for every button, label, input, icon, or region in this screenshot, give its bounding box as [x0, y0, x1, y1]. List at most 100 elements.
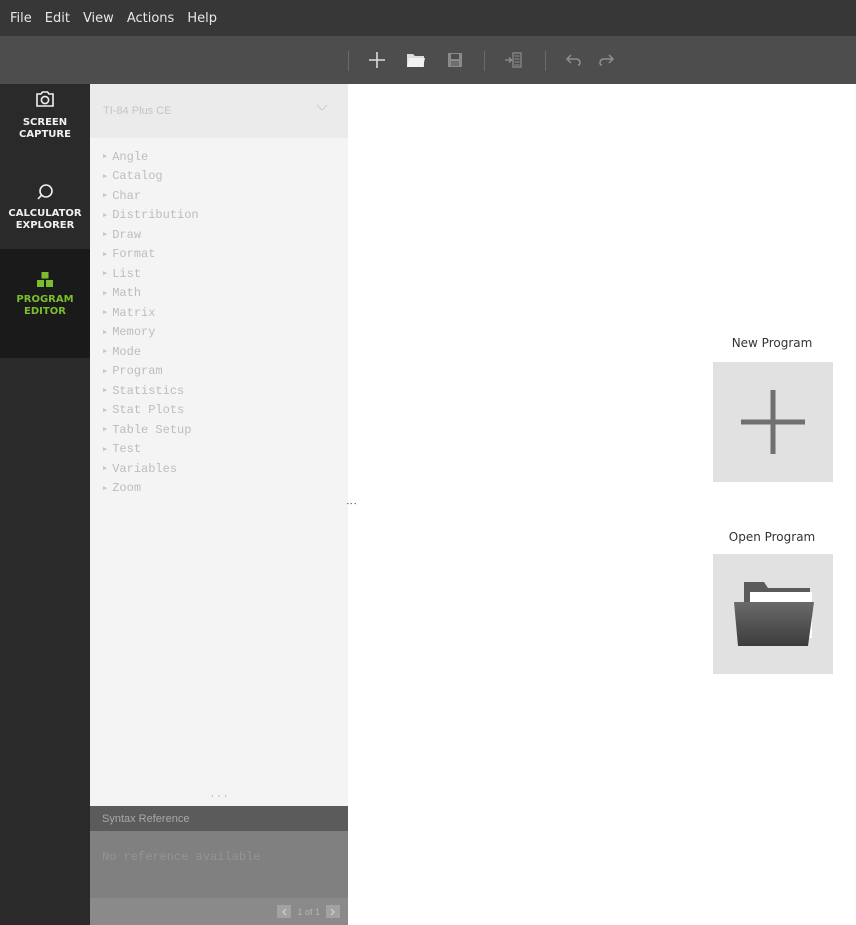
catalog-item[interactable]: ▶ Format [103, 245, 155, 265]
catalog-item[interactable]: ▶ Math [103, 284, 141, 304]
catalog-item[interactable]: ▶ Mode [103, 342, 141, 362]
expand-arrow-icon: ▶ [103, 192, 108, 201]
toolbar [0, 36, 856, 84]
catalog-item-label: Statistics [112, 383, 185, 398]
menu-actions[interactable]: Actions [127, 11, 175, 26]
main-area: New Program Open Program [348, 84, 856, 925]
calculator-select[interactable]: TI-84 Plus CE [90, 84, 348, 138]
catalog-item[interactable]: ▶ Matrix [103, 303, 155, 323]
catalog-item[interactable]: ▶ Zoom [103, 479, 141, 499]
folder-open-icon [734, 582, 814, 646]
expand-arrow-icon: ▶ [103, 270, 108, 279]
splitter-handle[interactable]: ⋮ [345, 498, 357, 509]
chevron-right-icon [330, 908, 335, 915]
program-blocks-icon [37, 272, 53, 287]
search-bubble-icon [37, 184, 53, 200]
expand-arrow-icon: ▶ [103, 426, 108, 435]
pager: 1 of 1 [277, 905, 340, 918]
syntax-reference-footer: 1 of 1 [90, 898, 348, 925]
catalog-item[interactable]: ▶ Statistics [103, 381, 184, 401]
open-button[interactable] [402, 36, 430, 84]
undo-button[interactable] [562, 36, 586, 84]
expand-arrow-icon: ▶ [103, 348, 108, 357]
plus-icon [369, 52, 385, 68]
menu-view[interactable]: View [83, 11, 114, 26]
menu-bar: File Edit View Actions Help [0, 0, 856, 36]
catalog-item[interactable]: ▶ Draw [103, 225, 141, 245]
camera-icon [36, 91, 54, 107]
plus-icon [741, 390, 805, 454]
syntax-reference-header: Syntax Reference [90, 806, 348, 831]
prev-page-button[interactable] [277, 905, 292, 918]
catalog-item-label: Math [112, 286, 142, 301]
catalog-item-label: Test [112, 442, 142, 457]
expand-arrow-icon: ▶ [103, 231, 108, 240]
expand-arrow-icon: ▶ [103, 309, 108, 318]
catalog-item[interactable]: ▶ Variables [103, 459, 177, 479]
toolbar-separator [484, 51, 485, 71]
save-icon [448, 53, 462, 67]
catalog-item-label: Memory [112, 325, 156, 340]
catalog-item[interactable]: ▶ Program [103, 362, 163, 382]
expand-arrow-icon: ▶ [103, 387, 108, 396]
next-page-button[interactable] [326, 905, 340, 918]
nav-screen-capture[interactable]: SCREEN CAPTURE [0, 84, 90, 166]
catalog-item-label: Table Setup [112, 422, 192, 437]
open-program-label: Open Program [728, 530, 816, 544]
chevron-left-icon [282, 908, 287, 915]
catalog-item[interactable]: ▶ Char [103, 186, 141, 206]
nav-label: PROGRAM [16, 294, 74, 305]
catalog-item-label: Mode [112, 344, 142, 359]
page-indicator: 1 of 1 [297, 906, 320, 917]
syntax-reference-panel: Syntax Reference No reference available … [90, 806, 348, 925]
send-to-calculator-button[interactable] [500, 36, 526, 84]
catalog-panel: TI-84 Plus CE ▶ Angle ▶ Catalog ▶ Char ▶ Distri… [90, 84, 348, 806]
new-program-button[interactable] [364, 36, 390, 84]
syntax-reference-title: Syntax Reference [102, 813, 190, 825]
catalog-item-label: Variables [112, 461, 178, 476]
catalog-item[interactable]: ▶ Stat Plots [103, 401, 184, 421]
expand-arrow-icon: ▶ [103, 406, 108, 415]
expand-arrow-icon: ▶ [103, 153, 108, 162]
catalog-item[interactable]: ▶ Distribution [103, 206, 199, 226]
panel-resize-handle[interactable]: · · · [90, 791, 348, 802]
left-nav: SCREEN CAPTURE CALCULATOR EXPLORER PROGR… [0, 84, 90, 925]
expand-arrow-icon: ▶ [103, 465, 108, 474]
catalog-item[interactable]: ▶ List [103, 264, 141, 284]
catalog-item[interactable]: ▶ Table Setup [103, 420, 191, 440]
expand-arrow-icon: ▶ [103, 484, 108, 493]
open-program-tile[interactable] [713, 554, 833, 674]
redo-button[interactable] [594, 36, 618, 84]
catalog-item[interactable]: ▶ Memory [103, 323, 155, 343]
nav-label: SCREEN [22, 117, 68, 128]
nav-label: CALCULATOR [8, 208, 82, 219]
catalog-item[interactable]: ▶ Angle [103, 147, 148, 167]
menu-file[interactable]: File [10, 11, 32, 26]
menu-edit[interactable]: Edit [45, 11, 70, 26]
catalog-item-label: Format [112, 247, 156, 262]
menu-help[interactable]: Help [187, 11, 217, 26]
redo-icon [599, 54, 615, 66]
send-to-calculator-icon [505, 52, 522, 68]
catalog-item-label: Zoom [112, 481, 142, 496]
nav-label: EXPLORER [15, 220, 75, 231]
catalog-item-label: Draw [112, 227, 142, 242]
catalog-item-label: Angle [112, 149, 149, 164]
nav-calculator-explorer[interactable]: CALCULATOR EXPLORER [0, 176, 90, 254]
catalog-item[interactable]: ▶ Catalog [103, 167, 163, 187]
nav-program-editor[interactable]: PROGRAM EDITOR [0, 249, 90, 358]
catalog-item[interactable]: ▶ Test [103, 440, 141, 460]
new-program-tile[interactable] [713, 362, 833, 482]
expand-arrow-icon: ▶ [103, 445, 108, 454]
syntax-reference-message: No reference available [102, 850, 261, 864]
nav-label: EDITOR [24, 306, 66, 317]
save-button[interactable] [442, 36, 468, 84]
catalog-item-label: Program [112, 364, 163, 379]
chevron-down-icon [316, 104, 328, 111]
new-program-label: New Program [731, 336, 813, 350]
catalog-item-label: Stat Plots [112, 403, 185, 418]
toolbar-separator [348, 51, 349, 71]
calculator-select-value: TI-84 Plus CE [103, 105, 172, 117]
expand-arrow-icon: ▶ [103, 367, 108, 376]
catalog-item-label: List [112, 266, 142, 281]
